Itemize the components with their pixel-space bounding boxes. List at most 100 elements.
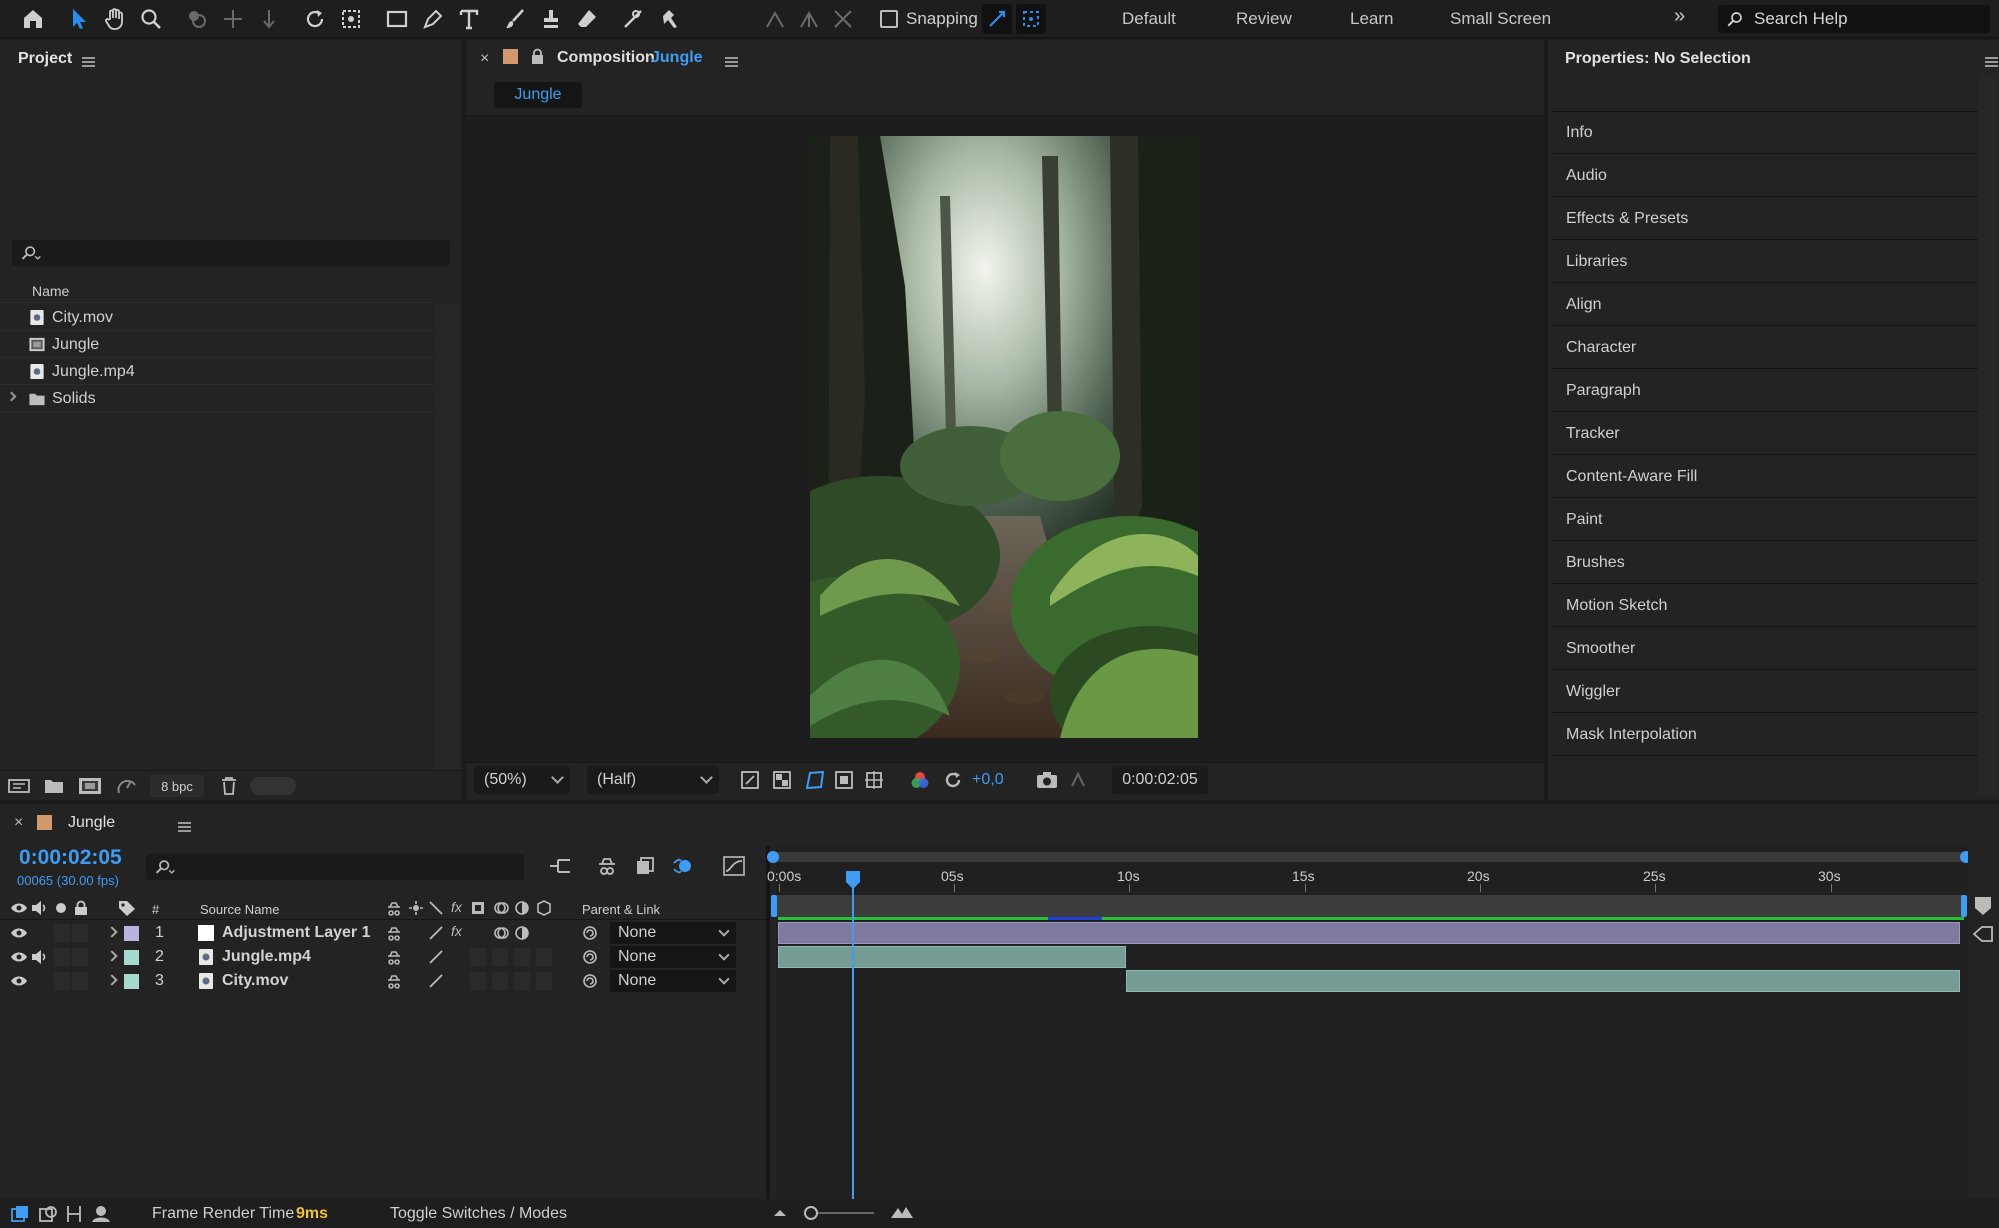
timeline-tab-title[interactable]: Jungle <box>68 814 115 832</box>
quality-switch-icon[interactable] <box>428 925 444 941</box>
shy-layers-icon[interactable] <box>596 855 618 877</box>
solo-icon[interactable] <box>56 903 66 913</box>
transfer-controls-icon[interactable] <box>38 1204 58 1224</box>
panel-item-info[interactable]: Info <box>1552 112 1978 154</box>
layer-color-label[interactable] <box>124 950 139 965</box>
selection-tool-icon[interactable] <box>64 4 94 34</box>
audio-speaker-icon[interactable] <box>30 900 48 916</box>
panel-item-smoother[interactable]: Smoother <box>1552 628 1978 670</box>
search-help-field[interactable]: Search Help <box>1718 5 1990 33</box>
project-item-jungle-mp4[interactable]: Jungle.mp4 <box>0 358 435 385</box>
orbit-tool-icon[interactable] <box>182 4 212 34</box>
layer-color-label[interactable] <box>124 926 139 941</box>
timeline-menu-icon[interactable] <box>178 822 192 832</box>
frame-blending-icon[interactable] <box>634 855 656 877</box>
project-settings-icon[interactable] <box>116 776 138 796</box>
switch-box[interactable] <box>492 972 508 990</box>
pen-tool-icon[interactable] <box>418 4 448 34</box>
zoom-out-icon[interactable] <box>772 1206 788 1220</box>
in-out-stretch-icon[interactable] <box>64 1204 84 1224</box>
panel-item-effects-presets[interactable]: Effects & Presets <box>1552 198 1978 240</box>
switch-box[interactable] <box>536 972 552 990</box>
timeline-layer-row[interactable]: 3 City.mov None <box>0 969 766 993</box>
parent-dropdown[interactable]: None <box>610 946 736 968</box>
timeline-layer-row[interactable]: 2 Jungle.mp4 None <box>0 945 766 969</box>
panel-item-character[interactable]: Character <box>1552 327 1978 369</box>
hand-tool-icon[interactable] <box>100 4 130 34</box>
video-eye-icon[interactable] <box>10 926 28 940</box>
rectangle-tool-icon[interactable] <box>382 4 412 34</box>
label-tag-icon[interactable] <box>118 900 136 916</box>
video-eye-icon[interactable] <box>10 974 28 988</box>
lock-box[interactable] <box>72 948 88 966</box>
switch-box[interactable] <box>514 948 530 966</box>
parent-link-header[interactable]: Parent & Link <box>582 902 660 917</box>
parent-dropdown[interactable]: None <box>610 970 736 992</box>
shy-switch-icon[interactable] <box>386 925 402 941</box>
workspace-default[interactable]: Default <box>1122 9 1176 29</box>
lock-icon[interactable] <box>74 900 88 916</box>
panel-item-paint[interactable]: Paint <box>1552 499 1978 541</box>
panel-item-wiggler[interactable]: Wiggler <box>1552 671 1978 713</box>
trash-icon[interactable] <box>220 776 238 796</box>
shy-switch-icon[interactable] <box>386 973 402 989</box>
solo-box[interactable] <box>54 924 70 942</box>
pick-whip-icon[interactable] <box>582 949 598 965</box>
panel-item-content-aware-fill[interactable]: Content-Aware Fill <box>1552 456 1978 498</box>
zoom-tool-icon[interactable] <box>136 4 166 34</box>
motion-blur-switch-icon[interactable] <box>494 925 510 941</box>
video-eye-icon[interactable] <box>10 901 28 915</box>
composition-viewer-tab[interactable]: Jungle <box>494 82 582 108</box>
transparency-grid-icon[interactable] <box>772 770 792 790</box>
properties-scrollbar[interactable] <box>1978 74 1998 796</box>
snap-edges-icon[interactable] <box>982 4 1012 34</box>
rotate-tool-icon[interactable] <box>300 4 330 34</box>
playhead-line[interactable] <box>852 880 854 1199</box>
interpret-footage-icon[interactable] <box>8 777 30 795</box>
current-time-display[interactable]: 0:00:02:05 <box>1112 766 1208 794</box>
pick-whip-icon[interactable] <box>582 973 598 989</box>
layer-name[interactable]: Jungle.mp4 <box>222 948 311 966</box>
composition-viewer-frame[interactable] <box>810 136 1198 738</box>
timeline-layer-row[interactable]: 1 Adjustment Layer 1 fx None <box>0 921 766 945</box>
exposure-value[interactable]: +0,0 <box>972 771 1004 789</box>
clone-stamp-tool-icon[interactable] <box>536 4 566 34</box>
lock-icon[interactable] <box>530 48 545 65</box>
frame-blend-switch-icon[interactable] <box>470 900 486 916</box>
graph-editor-icon[interactable] <box>722 855 746 877</box>
work-area-end-handle[interactable] <box>1961 895 1967 917</box>
close-timeline-icon[interactable]: × <box>14 814 23 832</box>
expand-chevron-icon[interactable] <box>106 950 118 962</box>
more-workspaces-icon[interactable]: » <box>1674 5 1685 28</box>
motion-blur-switch-icon[interactable] <box>494 900 510 916</box>
thumbnail-toggle[interactable] <box>250 777 296 795</box>
timeline-zoom-slider-thumb[interactable] <box>804 1206 818 1220</box>
channel-icon[interactable] <box>910 770 930 790</box>
switch-box[interactable] <box>492 948 508 966</box>
axis-view-icon[interactable] <box>828 4 858 34</box>
workspace-review[interactable]: Review <box>1236 9 1292 29</box>
layer-bar-city-mov[interactable] <box>1126 970 1960 992</box>
video-eye-icon[interactable] <box>10 950 28 964</box>
magnification-dropdown[interactable]: (50%) <box>474 766 570 794</box>
dolly-tool-icon[interactable] <box>254 4 284 34</box>
type-tool-icon[interactable] <box>454 4 484 34</box>
grid-guides-icon[interactable] <box>864 770 884 790</box>
snapshot-camera-icon[interactable] <box>1036 770 1058 790</box>
switch-box[interactable] <box>514 972 530 990</box>
adjustment-layer-switch-icon[interactable] <box>514 925 530 941</box>
lock-box[interactable] <box>72 972 88 990</box>
render-time-icon[interactable] <box>90 1204 112 1224</box>
show-snapshot-icon[interactable] <box>1068 770 1088 790</box>
shy-switch-icon[interactable] <box>386 900 402 916</box>
time-navigator-bar[interactable] <box>772 852 1968 862</box>
time-navigator-start-handle[interactable] <box>767 851 779 863</box>
new-folder-icon[interactable] <box>44 777 64 795</box>
quality-switch-icon[interactable] <box>428 900 444 916</box>
eraser-tool-icon[interactable] <box>572 4 602 34</box>
snapping-checkbox[interactable] <box>880 10 898 28</box>
work-area-start-handle[interactable] <box>771 895 777 917</box>
panel-item-mask-interpolation[interactable]: Mask Interpolation <box>1552 714 1978 756</box>
comp-marker-bin-icon[interactable] <box>1974 896 1992 916</box>
timeline-search-input[interactable] <box>146 854 524 880</box>
